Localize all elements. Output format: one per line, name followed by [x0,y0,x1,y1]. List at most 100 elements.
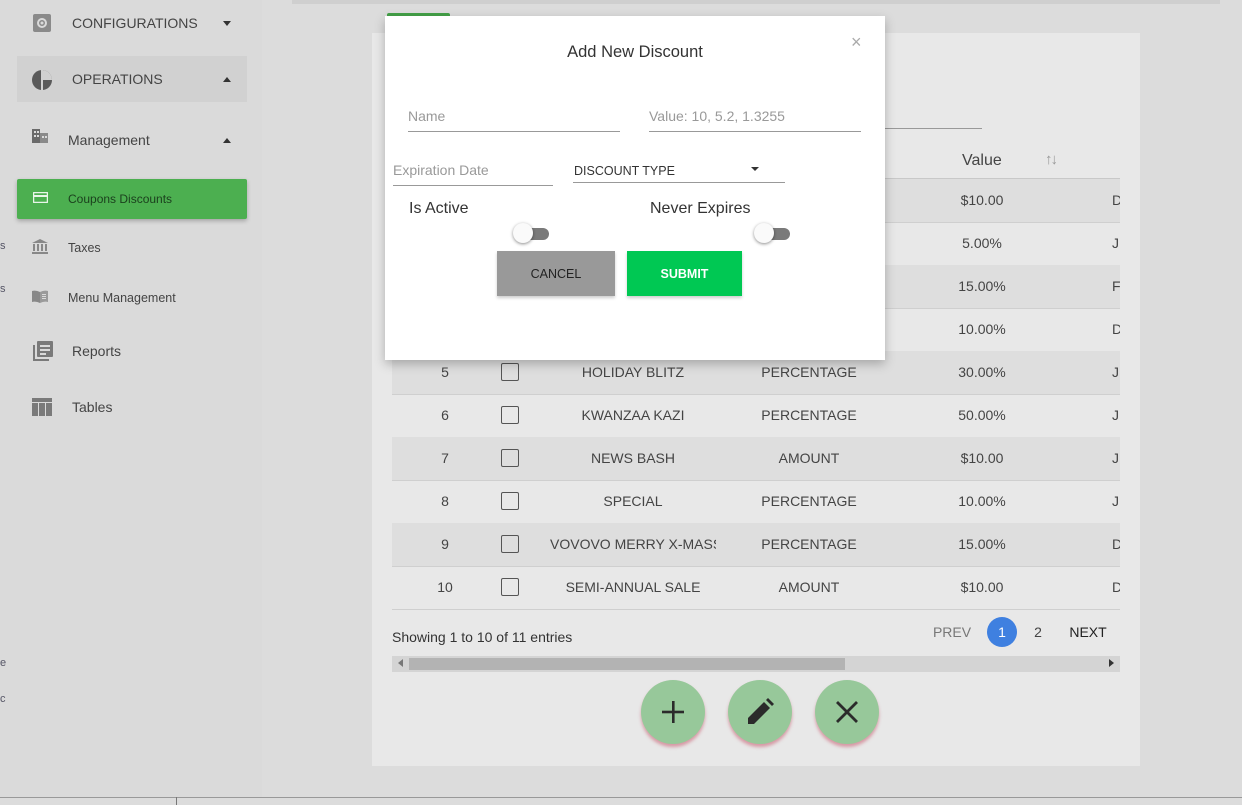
pie-chart-icon [31,69,53,91]
discount-extra-clipped: J [1112,493,1119,509]
bottom-divider-tick [176,797,177,805]
edit-button[interactable] [728,680,792,744]
add-button[interactable] [641,680,705,744]
discount-value: $10.00 [960,579,1004,595]
top-bar [292,0,1220,4]
row-checkbox[interactable] [501,492,519,510]
row-number: 9 [441,536,449,552]
column-header-value[interactable]: Value [962,152,1002,170]
discount-extra-clipped: D [1112,321,1120,337]
sidebar-item-menu-management[interactable]: Menu Management [17,275,247,321]
sidebar-item-label: Management [68,132,150,148]
delete-button[interactable] [815,680,879,744]
scroll-left-arrow[interactable] [398,659,403,667]
discount-value: 30.00% [958,364,1006,380]
sidebar-item-operations[interactable]: OPERATIONS [17,56,247,102]
sidebar-item-label: Reports [72,343,122,359]
row-checkbox[interactable] [501,406,519,424]
bank-icon [32,239,48,255]
edge-char: e [0,657,7,669]
discount-extra-clipped: J [1112,235,1119,251]
sidebar-item-coupons-discounts[interactable]: Coupons Discounts [17,179,247,219]
submit-button[interactable]: SUBMIT [627,251,742,296]
building-icon [32,129,48,143]
search-input-underline[interactable] [884,128,982,129]
row-checkbox[interactable] [501,578,519,596]
plus-icon [662,701,684,723]
discount-value: 50.00% [958,407,1006,423]
scroll-right-arrow[interactable] [1109,659,1114,667]
edge-char: c [0,693,6,705]
sidebar-item-label: CONFIGURATIONS [72,15,198,31]
reports-icon [32,340,54,362]
discount-value: $10.00 [960,450,1004,466]
close-icon[interactable]: × [851,32,862,53]
table-icon [32,398,52,416]
discount-type: AMOUNT [778,450,840,466]
discount-name: KWANZAA KAZI [581,407,685,423]
discount-type-select[interactable]: DISCOUNT TYPE [573,160,785,183]
row-number: 6 [441,407,449,423]
is-active-toggle[interactable] [513,223,549,243]
sidebar-item-taxes[interactable]: Taxes [17,225,247,271]
discount-value: 15.00% [958,536,1006,552]
discount-extra-clipped: J [1112,407,1119,423]
row-number: 10 [437,579,453,595]
horizontal-scrollbar[interactable] [392,656,1120,672]
discount-type: PERCENTAGE [761,407,857,423]
table-row[interactable]: 9 VOVOVO MERRY X-MASS PERCENTAGE 15.00% D [392,523,1120,567]
never-expires-toggle[interactable] [754,223,790,243]
discount-value: 10.00% [958,493,1006,509]
value-input[interactable] [649,106,861,132]
page-2-button[interactable]: 2 [1026,619,1050,645]
sidebar-item-tables[interactable]: Tables [17,384,247,430]
table-row[interactable]: 10 SEMI-ANNUAL SALE AMOUNT $10.00 D [392,566,1120,610]
table-row[interactable]: 8 SPECIAL PERCENTAGE 10.00% J [392,480,1120,524]
discount-type: AMOUNT [778,579,840,595]
menu-book-icon [32,290,48,303]
showing-entries: Showing 1 to 10 of 11 entries [392,629,573,645]
table-row[interactable]: 7 NEWS BASH AMOUNT $10.00 J [392,437,1120,481]
close-icon [836,701,858,723]
discount-extra-clipped: D [1112,579,1120,595]
pencil-icon [748,698,774,724]
prev-page-button[interactable]: PREV [928,619,976,645]
modal-title: Add New Discount [567,43,703,61]
table-row[interactable]: 6 KWANZAA KAZI PERCENTAGE 50.00% J [392,394,1120,438]
expiration-date-input[interactable] [393,160,553,186]
name-input[interactable] [408,106,620,132]
sidebar-item-configurations[interactable]: CONFIGURATIONS [17,0,247,46]
row-checkbox[interactable] [501,449,519,467]
discount-value: $10.00 [960,192,1004,208]
chevron-up-icon [223,76,231,82]
discount-extra-clipped: J [1112,364,1119,380]
discount-type: PERCENTAGE [761,536,857,552]
discount-type: PERCENTAGE [761,493,857,509]
discount-value: 15.00% [958,278,1006,294]
row-number: 8 [441,493,449,509]
sidebar-item-label: Taxes [68,241,101,255]
discount-extra-clipped: D [1112,536,1120,552]
sort-icon[interactable]: ↑↓ [1045,151,1058,168]
cancel-button[interactable]: CANCEL [497,251,615,296]
sidebar-item-label: Coupons Discounts [68,192,173,206]
discount-extra-clipped: D [1112,192,1120,208]
toggle-knob [754,223,774,243]
row-checkbox[interactable] [501,535,519,553]
sidebar-item-reports[interactable]: Reports [17,328,247,374]
sidebar-item-label: Tables [72,399,113,415]
chevron-up-icon [223,137,231,143]
chevron-down-icon [751,167,759,171]
row-checkbox[interactable] [501,363,519,381]
next-page-button[interactable]: NEXT [1064,619,1112,645]
sidebar: CONFIGURATIONS OPERATIONS Management Cou… [0,0,262,797]
edge-char: s [0,240,6,252]
sidebar-item-management[interactable]: Management [17,117,247,163]
scrollbar-thumb[interactable] [409,658,845,670]
discount-value: 10.00% [958,321,1006,337]
page-1-button[interactable]: 1 [987,617,1017,647]
discount-name: VOVOVO MERRY X-MASS [550,536,716,552]
gear-icon [32,13,52,33]
sidebar-item-label: Menu Management [68,291,176,305]
discount-extra-clipped: F [1112,278,1120,294]
